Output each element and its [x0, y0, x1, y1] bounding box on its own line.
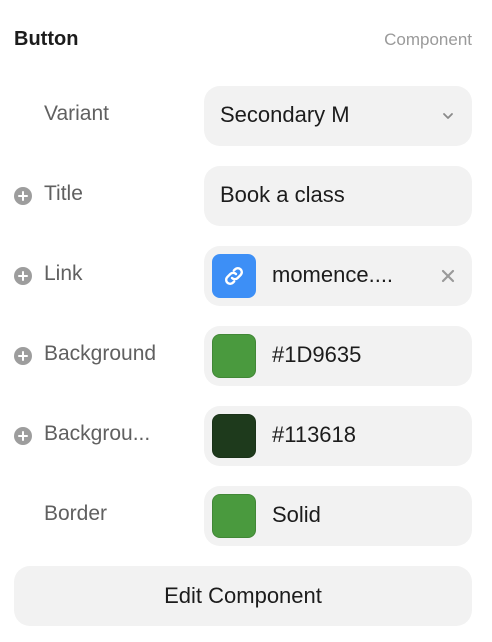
link-field[interactable]: momence....: [204, 246, 472, 306]
plus-circle-icon[interactable]: [14, 427, 32, 445]
background-hover-color-field[interactable]: #113618: [204, 406, 472, 466]
edit-component-button[interactable]: Edit Component: [14, 566, 472, 626]
link-icon: [212, 254, 256, 298]
row-border: Border Solid: [14, 486, 472, 546]
background-color-value: #1D9635: [272, 342, 362, 367]
background-hover-color-swatch[interactable]: [212, 414, 256, 458]
panel-header: Button Component: [14, 26, 472, 56]
variant-value: Secondary M: [220, 102, 350, 127]
panel-title: Button: [14, 28, 79, 50]
background-color-field[interactable]: #1D9635: [204, 326, 472, 386]
border-label: Border: [44, 502, 108, 525]
plus-circle-icon[interactable]: [14, 347, 32, 365]
variant-dropdown[interactable]: Secondary M: [204, 86, 472, 146]
title-value: Book a class: [220, 182, 345, 207]
border-color-swatch[interactable]: [212, 494, 256, 538]
background-hover-color-value: #113618: [272, 422, 357, 447]
border-style-value: Solid: [272, 502, 321, 527]
plus-circle-icon[interactable]: [14, 187, 32, 205]
link-value: momence....: [272, 262, 394, 287]
background-hover-label: Backgrou...: [44, 422, 151, 445]
panel-subtitle: Component: [384, 30, 472, 49]
link-label: Link: [44, 262, 83, 285]
row-title: Title Book a class: [14, 166, 472, 226]
background-color-swatch[interactable]: [212, 334, 256, 378]
row-variant: Variant Secondary M: [14, 86, 472, 146]
border-field[interactable]: Solid: [204, 486, 472, 546]
chevron-down-icon: [443, 113, 453, 119]
close-icon[interactable]: [440, 268, 456, 284]
plus-circle-icon[interactable]: [14, 267, 32, 285]
row-background: Background #1D9635: [14, 326, 472, 386]
variant-label: Variant: [44, 102, 109, 125]
row-background-hover: Backgrou... #113618: [14, 406, 472, 466]
title-label: Title: [44, 182, 83, 205]
title-input[interactable]: Book a class: [204, 166, 472, 226]
background-label: Background: [44, 342, 157, 365]
row-link: Link momence....: [14, 246, 472, 306]
